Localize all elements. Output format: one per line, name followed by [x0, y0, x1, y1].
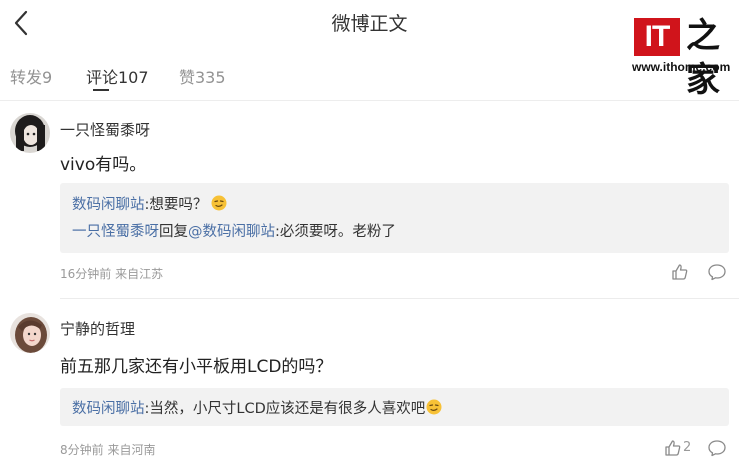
reply-line: 一只怪蜀黍呀回复@数码闲聊站:必须要呀。老粉了 — [72, 220, 396, 241]
tab-reposts[interactable]: 转发9 — [10, 64, 52, 88]
reply-button[interactable] — [707, 438, 727, 458]
reply-text: :必须要呀。老粉了 — [275, 224, 396, 240]
thumbs-up-icon — [672, 264, 688, 280]
reply-box[interactable]: 数码闲聊站:想要吗？ 一只怪蜀黍呀回复@数码闲聊站:必须要呀。老粉了 — [60, 183, 729, 253]
comment-bubble-icon — [708, 264, 726, 281]
weibo-post-page: 微博正文 IT 之家 www.ithome.com 转发9 评论107 赞335… — [0, 0, 739, 467]
like-button[interactable] — [663, 438, 683, 458]
avatar[interactable] — [10, 313, 50, 353]
reply-verb: 回复 — [159, 224, 188, 240]
comment-item: 一只怪蜀黍呀 vivo有吗。 数码闲聊站:想要吗？ 一只怪蜀黍呀回复@数码闲聊站… — [0, 100, 739, 300]
reply-box[interactable]: 数码闲聊站:当然，小尺寸LCD应该还是有很多人喜欢吧 — [60, 388, 729, 426]
comment-bubble-icon — [708, 440, 726, 457]
reply-author-link[interactable]: 数码闲聊站 — [72, 401, 145, 417]
reply-button[interactable] — [707, 262, 727, 282]
reply-line: 数码闲聊站:想要吗？ — [72, 193, 227, 214]
reply-text: :想要吗？ — [144, 197, 208, 213]
thumbs-up-icon — [665, 440, 681, 456]
divider — [60, 298, 739, 299]
avatar[interactable] — [10, 113, 50, 153]
page-title: 微博正文 — [331, 13, 408, 35]
tab-comments[interactable]: 评论107 — [86, 64, 149, 88]
reply-mention-link[interactable]: @数码闲聊站 — [188, 224, 275, 240]
comment-meta: 16分钟前 来自江苏 — [60, 267, 164, 281]
top-bar: 微博正文 — [0, 0, 739, 48]
tab-bar: 转发9 评论107 赞335 — [0, 50, 739, 101]
comment-text: vivo有吗。 — [60, 155, 147, 175]
tab-likes[interactable]: 赞335 — [179, 64, 226, 88]
reply-author-link[interactable]: 数码闲聊站 — [72, 197, 145, 213]
reply-author-link[interactable]: 一只怪蜀黍呀 — [72, 224, 159, 240]
comment-username[interactable]: 宁静的哲理 — [60, 318, 135, 339]
reply-text: :当然，小尺寸LCD应该还是有很多人喜欢吧 — [144, 401, 426, 417]
active-tab-indicator — [93, 89, 109, 91]
comment-meta: 8分钟前 来自河南 — [60, 443, 156, 457]
comment-username[interactable]: 一只怪蜀黍呀 — [60, 119, 150, 140]
like-button[interactable] — [670, 262, 690, 282]
like-count: 2 — [683, 440, 692, 455]
smirk-emoji-icon — [211, 195, 227, 211]
smirk-emoji-icon — [426, 399, 442, 415]
comment-text: 前五那几家还有小平板用LCD的吗？ — [60, 357, 333, 377]
comment-item: 宁静的哲理 前五那几家还有小平板用LCD的吗？ 数码闲聊站:当然，小尺寸LCD应… — [0, 300, 739, 467]
reply-line: 数码闲聊站:当然，小尺寸LCD应该还是有很多人喜欢吧 — [72, 397, 442, 418]
